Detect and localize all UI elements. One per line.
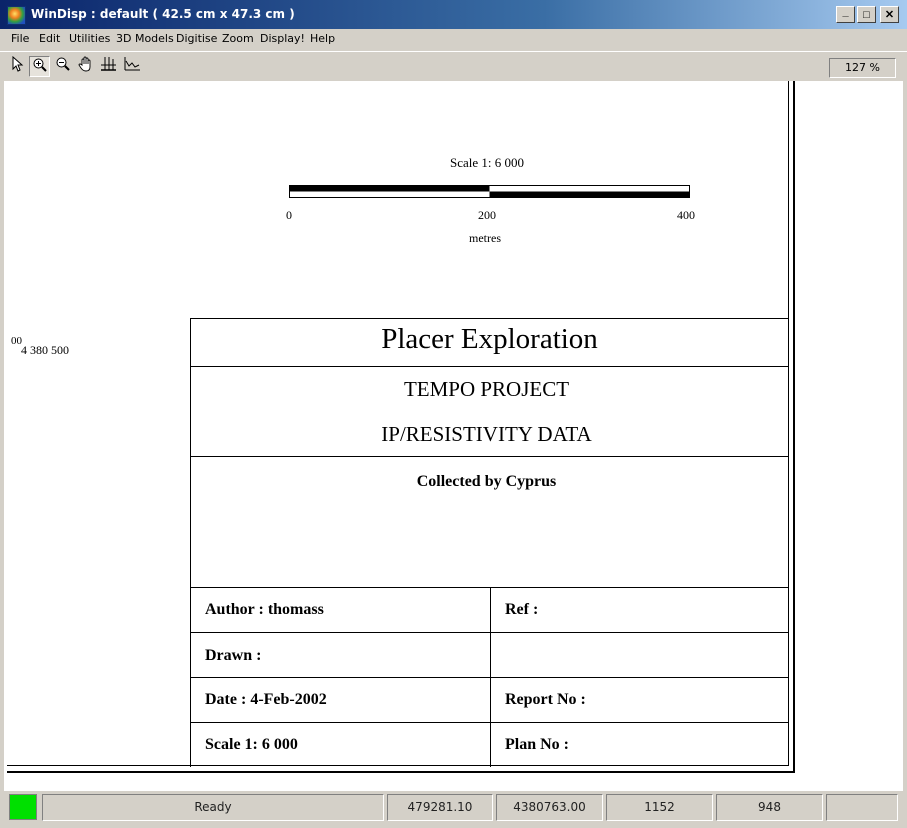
page-border-bottom (7, 765, 789, 766)
zoom-in-icon (33, 58, 47, 72)
status-x-coord: 479281.10 (387, 794, 493, 821)
menu-display[interactable]: Display! (260, 32, 305, 45)
toolbar (0, 51, 907, 81)
menu-digitise[interactable]: Digitise (176, 32, 217, 45)
status-indicator (9, 794, 37, 820)
zoom-level: 127 % (829, 58, 896, 78)
zoom-out-icon (56, 57, 70, 71)
drawn-field: Drawn : (205, 647, 262, 664)
maximize-button[interactable]: □ (857, 6, 876, 23)
app-icon[interactable] (7, 6, 26, 25)
scale-bar (289, 185, 690, 198)
grid-icon (101, 57, 116, 71)
menu-help[interactable]: Help (310, 32, 335, 45)
page-border-right (788, 81, 789, 765)
collected-by: Collected by Cyprus (416, 473, 557, 490)
maximize-icon: □ (863, 9, 870, 21)
date-field: Date : 4-Feb-2002 (205, 691, 327, 708)
close-icon: ✕ (884, 9, 895, 21)
status-pixel-y: 948 (716, 794, 823, 821)
scale-tick-200: 200 (478, 208, 496, 222)
menu-file[interactable]: File (11, 32, 29, 45)
title-block-column-divider (490, 587, 491, 767)
close-button[interactable]: ✕ (880, 6, 899, 23)
menu-zoom[interactable]: Zoom (222, 32, 254, 45)
plan-field: Plan No : (505, 736, 569, 753)
data-type-title: IP/RESISTIVITY DATA (381, 422, 592, 446)
minimize-button[interactable]: _ (836, 6, 855, 23)
title-block-divider (190, 456, 789, 457)
pan-hand-icon (78, 56, 90, 72)
scale-tick-0: 0 (286, 208, 292, 222)
scale-unit: metres (469, 231, 501, 245)
author-field: Author : thomass (205, 601, 324, 618)
title-block-border-top (190, 318, 789, 319)
menu-3d-models[interactable]: 3D Models (116, 32, 174, 45)
scale-field: Scale 1: 6 000 (205, 736, 298, 753)
title-bar[interactable]: WinDisp : default ( 42.5 cm x 47.3 cm ) … (0, 0, 907, 29)
status-pixel-x: 1152 (606, 794, 713, 821)
title-block-divider (190, 366, 789, 367)
ref-field: Ref : (505, 601, 539, 618)
report-field: Report No : (505, 691, 586, 708)
project-title: TEMPO PROJECT (403, 377, 570, 401)
profile-tool-button[interactable] (121, 56, 142, 77)
menu-edit[interactable]: Edit (39, 32, 60, 45)
scale-label: Scale 1: 6 000 (450, 155, 525, 170)
window-title: WinDisp : default ( 42.5 cm x 47.3 cm ) (31, 7, 295, 21)
status-text: Ready (42, 794, 384, 821)
menu-bar: File Edit Utilities 3D Models Digitise Z… (0, 29, 907, 51)
northing-label: 4 380 500 (21, 343, 69, 357)
pan-tool-button[interactable] (75, 56, 96, 77)
status-extra (826, 794, 898, 821)
status-y-coord: 4380763.00 (496, 794, 603, 821)
grid-tool-button[interactable] (98, 56, 119, 77)
zoom-out-tool-button[interactable] (52, 56, 73, 77)
pointer-icon (12, 55, 23, 72)
minimize-icon: _ (842, 6, 849, 18)
profile-icon (124, 57, 140, 71)
scale-tick-400: 400 (677, 208, 695, 222)
company-title: Placer Exploration (381, 323, 598, 355)
zoom-in-tool-button[interactable] (29, 56, 50, 77)
pointer-tool-button[interactable] (6, 55, 27, 77)
status-bar: Ready 479281.10 4380763.00 1152 948 (0, 791, 907, 828)
menu-utilities[interactable]: Utilities (69, 32, 110, 45)
